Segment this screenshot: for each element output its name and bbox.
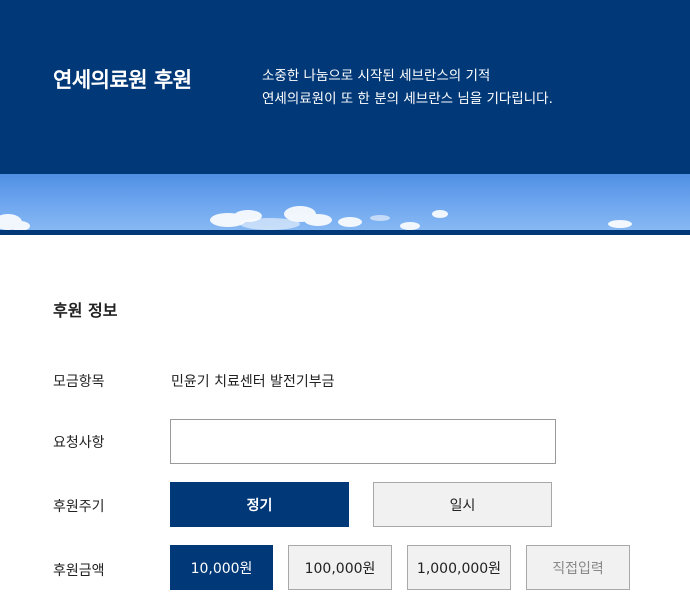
hero-banner: 연세의료원 후원 소중한 나눔으로 시작된 세브란스의 기적 연세의료원이 또 … [0, 0, 690, 174]
request-label: 요청사항 [53, 435, 105, 451]
fund-value: 민윤기 치료센터 발전기부금 [171, 374, 335, 390]
period-label: 후원주기 [53, 499, 105, 515]
hero-description: 소중한 나눔으로 시작된 세브란스의 기적 연세의료원이 또 한 분의 세브란스… [262, 65, 553, 111]
period-option-regular-button[interactable]: 정기 [170, 482, 349, 527]
hero-description-line-2: 연세의료원이 또 한 분의 세브란스 님을 기다립니다. [262, 91, 553, 107]
fund-label: 모금항목 [53, 374, 105, 390]
sky-banner-image [0, 174, 690, 230]
period-option-onetime-button[interactable]: 일시 [373, 482, 552, 527]
amount-custom-input-button[interactable]: 직접입력 [526, 545, 630, 590]
amount-label: 후원금액 [53, 563, 105, 579]
clouds-illustration [0, 206, 632, 230]
section-title-donation-info: 후원 정보 [53, 301, 118, 320]
hero-description-line-1: 소중한 나눔으로 시작된 세브란스의 기적 [262, 68, 491, 84]
amount-option-100000-button[interactable]: 100,000원 [288, 545, 392, 590]
amount-option-10000-button[interactable]: 10,000원 [170, 545, 273, 590]
amount-option-1000000-button[interactable]: 1,000,000원 [407, 545, 511, 590]
banner-divider [0, 230, 690, 235]
page-title: 연세의료원 후원 [53, 68, 192, 92]
request-input[interactable] [170, 419, 556, 464]
